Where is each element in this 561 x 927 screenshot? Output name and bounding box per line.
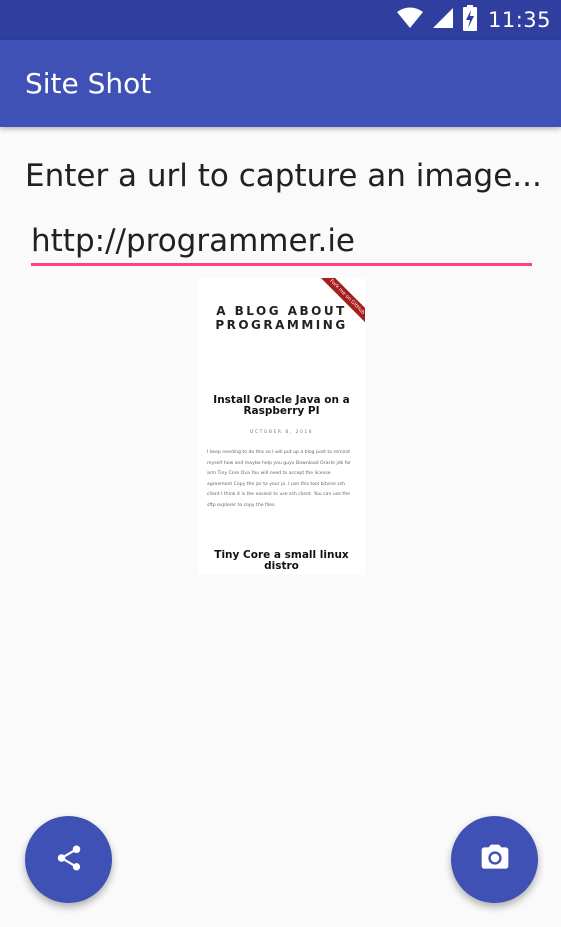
url-prompt-label: Enter a url to capture an image... bbox=[25, 158, 542, 194]
url-input[interactable] bbox=[31, 218, 532, 266]
preview-post-title: Install Oracle Java on a Raspberry PI bbox=[213, 394, 350, 417]
share-icon bbox=[54, 843, 84, 877]
status-bar: 11:35 bbox=[0, 0, 561, 40]
app-title: Site Shot bbox=[25, 67, 152, 100]
preview-blog-title: A BLOG ABOUT PROGRAMMING bbox=[215, 304, 348, 332]
preview-post-title-2: Tiny Core a small linux distro bbox=[214, 549, 349, 572]
share-button[interactable] bbox=[25, 816, 112, 903]
app-bar: Site Shot bbox=[0, 40, 561, 127]
wifi-icon bbox=[396, 7, 424, 33]
status-time: 11:35 bbox=[487, 8, 551, 32]
status-icons: 11:35 bbox=[396, 5, 551, 35]
preview-post-date: OCTOBER 8, 2016 bbox=[249, 430, 314, 435]
preview-post-body: I keep needing to do this so I will put … bbox=[207, 450, 352, 508]
capture-button[interactable] bbox=[451, 816, 538, 903]
signal-icon bbox=[432, 7, 454, 33]
battery-charging-icon bbox=[462, 5, 478, 35]
screenshot-preview: Fork me on GitHub A BLOG ABOUT PROGRAMMI… bbox=[198, 278, 365, 575]
camera-icon bbox=[479, 842, 511, 878]
